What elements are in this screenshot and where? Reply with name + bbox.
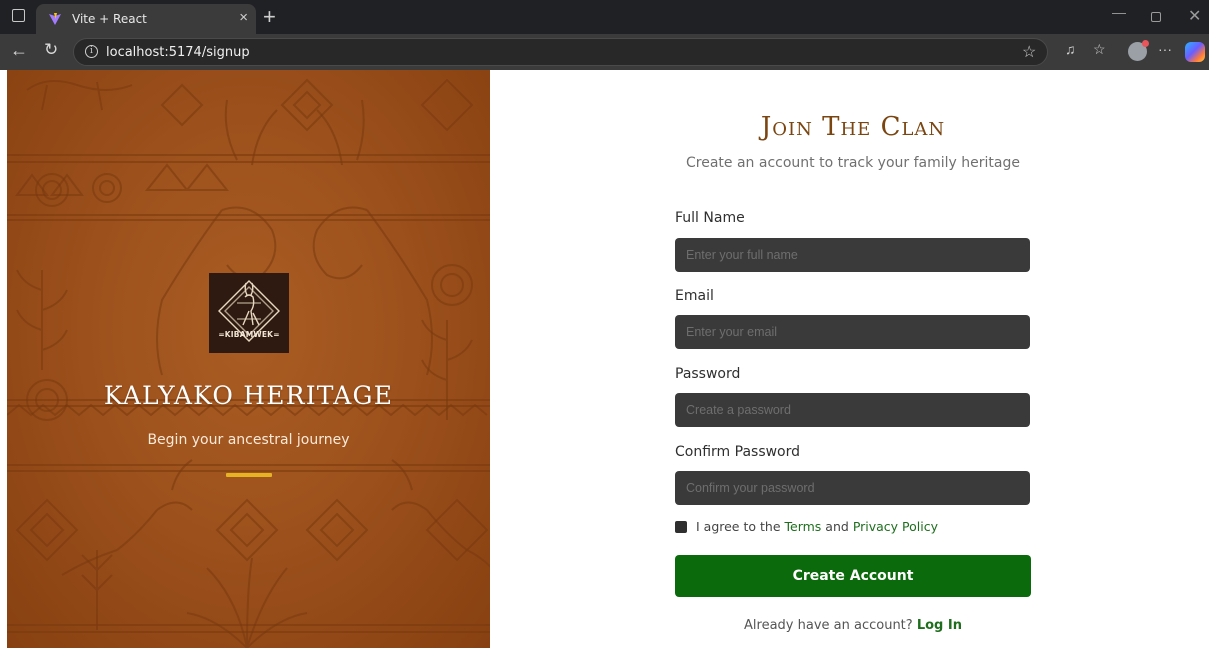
window-close-icon[interactable]: ✕	[1188, 6, 1201, 26]
favorites-icon[interactable]: ☆	[1093, 41, 1106, 58]
agree-text: I agree to the Terms and Privacy Policy	[696, 519, 938, 534]
vite-logo-icon	[49, 13, 61, 25]
email-label: Email	[675, 288, 714, 304]
full-name-label: Full Name	[675, 210, 745, 226]
hero-subtitle: Begin your ancestral journey	[147, 432, 350, 448]
agree-checkbox[interactable]	[675, 521, 687, 533]
confirm-password-field[interactable]	[675, 471, 1030, 505]
kibamwek-logo: =KIBAMWEK=	[209, 273, 289, 353]
login-prompt-text: Already have an account?	[744, 618, 913, 633]
email-field[interactable]	[675, 315, 1030, 349]
back-arrow-icon[interactable]: ←	[10, 40, 28, 61]
site-info-icon[interactable]: i	[85, 45, 98, 58]
browser-address-bar: ← ↻ i localhost:5174/signup ☆ ♫ ☆ ···	[0, 34, 1209, 70]
logo-text: =KIBAMWEK=	[218, 330, 280, 339]
new-tab-icon[interactable]: +	[263, 4, 276, 30]
password-label: Password	[675, 366, 741, 382]
read-aloud-icon[interactable]: ♫	[1065, 41, 1076, 57]
sidebar-toggle-icon[interactable]	[12, 9, 25, 22]
antelope-emblem-icon	[218, 280, 280, 342]
hero-accent-bar	[226, 473, 272, 477]
browser-tab-bar: Vite + React × + — ✕	[0, 0, 1209, 34]
login-prompt: Already have an account? Log In	[673, 618, 1033, 633]
url-text[interactable]: localhost:5174/signup	[106, 45, 250, 60]
form-title: Join The Clan	[760, 112, 946, 142]
tab-title: Vite + React	[72, 12, 147, 26]
minimize-icon[interactable]: —	[1112, 4, 1126, 20]
agree-and: and	[825, 519, 849, 534]
browser-tab[interactable]: Vite + React ×	[36, 4, 256, 34]
password-field[interactable]	[675, 393, 1030, 427]
favorite-star-icon[interactable]: ☆	[1022, 42, 1036, 62]
hero-panel: =KIBAMWEK= KALYAKO HERITAGE Begin your a…	[7, 70, 490, 648]
full-name-field[interactable]	[675, 238, 1030, 272]
tab-close-icon[interactable]: ×	[239, 9, 248, 26]
login-link[interactable]: Log In	[917, 618, 962, 633]
url-field[interactable]: i localhost:5174/signup ☆	[73, 38, 1048, 66]
privacy-policy-link[interactable]: Privacy Policy	[853, 519, 938, 534]
restore-icon[interactable]	[1151, 12, 1161, 22]
form-subtitle: Create an account to track your family h…	[686, 155, 1020, 171]
confirm-password-label: Confirm Password	[675, 444, 801, 460]
more-options-icon[interactable]: ···	[1158, 41, 1172, 57]
profile-avatar[interactable]	[1128, 40, 1149, 61]
hero-title: KALYAKO HERITAGE	[103, 381, 394, 410]
copilot-icon[interactable]	[1185, 42, 1205, 62]
hero-overlay	[7, 70, 490, 648]
agree-prefix: I agree to the	[696, 519, 781, 534]
create-account-button[interactable]: Create Account	[675, 555, 1031, 597]
terms-link[interactable]: Terms	[785, 519, 822, 534]
reload-icon[interactable]: ↻	[44, 40, 58, 60]
